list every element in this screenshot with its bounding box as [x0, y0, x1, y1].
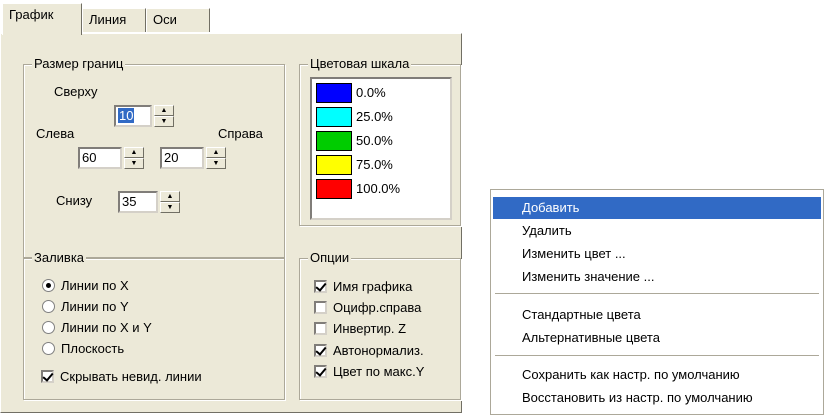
tab-osi[interactable]: Оси: [146, 8, 210, 32]
tab-label: График: [9, 7, 54, 22]
top-label: Сверху: [54, 84, 98, 99]
borders-group: Размер границ Сверху 10 ▲ ▼ Слева Справа…: [23, 56, 285, 258]
right-label: Справа: [218, 126, 263, 141]
color-scale-list[interactable]: 0.0% 25.0% 50.0% 75.0% 100.0%: [310, 77, 452, 220]
menu-item-add[interactable]: Добавить: [493, 197, 821, 219]
radio-icon: [42, 279, 55, 292]
color-scale-item[interactable]: 100.0%: [316, 177, 448, 201]
tab-label: Линия: [89, 12, 127, 27]
top-input[interactable]: 10: [114, 105, 152, 127]
menu-item-change-value[interactable]: Изменить значение ...: [493, 266, 821, 288]
tab-strip: График Линия Оси: [0, 0, 460, 35]
color-scale-group: Цветовая шкала 0.0% 25.0% 50.0% 75.0% 10…: [299, 56, 461, 226]
left-input[interactable]: 60: [78, 147, 122, 169]
tab-panel: Размер границ Сверху 10 ▲ ▼ Слева Справа…: [0, 33, 462, 413]
color-scale-item[interactable]: 0.0%: [316, 81, 448, 105]
color-swatch: [316, 179, 352, 199]
spin-up-icon[interactable]: ▲: [124, 147, 144, 158]
color-value: 50.0%: [356, 133, 393, 148]
spin-down-icon[interactable]: ▼: [206, 158, 226, 169]
color-value: 0.0%: [356, 85, 386, 100]
bottom-spin-arrows: ▲ ▼: [160, 191, 180, 213]
option-color-by-max-y[interactable]: Цвет по макс.Y: [314, 364, 424, 380]
menu-item-change-color[interactable]: Изменить цвет ...: [493, 243, 821, 265]
color-swatch: [316, 155, 352, 175]
menu-separator: [495, 355, 819, 356]
bottom-input[interactable]: 35: [118, 191, 158, 213]
menu-item-restore-default[interactable]: Восстановить из настр. по умолчанию: [493, 387, 821, 409]
color-value: 25.0%: [356, 109, 393, 124]
color-value: 100.0%: [356, 181, 401, 196]
color-swatch: [316, 107, 352, 127]
tab-label: Оси: [153, 12, 177, 27]
color-swatch: [316, 131, 352, 151]
color-swatch: [316, 83, 352, 103]
spin-down-icon[interactable]: ▼: [160, 202, 180, 213]
menu-item-delete[interactable]: Удалить: [493, 220, 821, 242]
radio-lines-xy[interactable]: Линии по X и Y: [42, 320, 152, 336]
radio-icon: [42, 342, 55, 355]
radio-icon: [42, 321, 55, 334]
radio-lines-y[interactable]: Линии по Y: [42, 299, 129, 315]
left-label: Слева: [36, 126, 75, 141]
fill-group-title: Заливка: [32, 250, 87, 266]
color-scale-item[interactable]: 50.0%: [316, 129, 448, 153]
checkbox-icon: [314, 301, 327, 314]
options-group: Опции Имя графика Оцифр.справа Инвертир.…: [299, 250, 461, 400]
checkbox-icon: [41, 370, 54, 383]
tab-liniya[interactable]: Линия: [82, 8, 146, 32]
option-chart-name[interactable]: Имя графика: [314, 279, 412, 295]
option-labels-right[interactable]: Оцифр.справа: [314, 300, 421, 316]
spin-up-icon[interactable]: ▲: [160, 191, 180, 202]
borders-group-title: Размер границ: [32, 56, 126, 72]
checkbox-icon: [314, 322, 327, 335]
left-spin-arrows: ▲ ▼: [124, 147, 144, 169]
checkbox-icon: [314, 344, 327, 357]
option-autonormalize[interactable]: Автонормализ.: [314, 343, 424, 359]
color-scale-item[interactable]: 75.0%: [316, 153, 448, 177]
right-input[interactable]: 20: [160, 147, 204, 169]
color-scale-item[interactable]: 25.0%: [316, 105, 448, 129]
spin-up-icon[interactable]: ▲: [154, 105, 174, 116]
checkbox-icon: [314, 280, 327, 293]
bottom-label: Снизу: [56, 193, 93, 208]
radio-plane[interactable]: Плоскость: [42, 341, 124, 357]
spin-down-icon[interactable]: ▼: [124, 158, 144, 169]
checkbox-icon: [314, 365, 327, 378]
right-spin-arrows: ▲ ▼: [206, 147, 226, 169]
option-invert-z[interactable]: Инвертир. Z: [314, 321, 406, 337]
color-value: 75.0%: [356, 157, 393, 172]
spin-up-icon[interactable]: ▲: [206, 147, 226, 158]
radio-icon: [42, 300, 55, 313]
menu-item-standard-colors[interactable]: Стандартные цвета: [493, 304, 821, 326]
menu-separator: [495, 293, 819, 294]
context-menu: Добавить Удалить Изменить цвет ... Измен…: [490, 189, 824, 415]
fill-group: Заливка Линии по X Линии по Y Линии по X…: [23, 250, 285, 400]
color-scale-group-title: Цветовая шкала: [308, 56, 412, 72]
spin-down-icon[interactable]: ▼: [154, 116, 174, 127]
menu-item-save-default[interactable]: Сохранить как настр. по умолчанию: [493, 364, 821, 386]
tab-grafik[interactable]: График: [2, 3, 82, 35]
hide-lines-checkbox[interactable]: Скрывать невид. линии: [41, 369, 202, 385]
menu-item-alternative-colors[interactable]: Альтернативные цвета: [493, 327, 821, 349]
top-spin-arrows: ▲ ▼: [154, 105, 174, 127]
options-group-title: Опции: [308, 250, 352, 266]
radio-lines-x[interactable]: Линии по X: [42, 278, 129, 294]
